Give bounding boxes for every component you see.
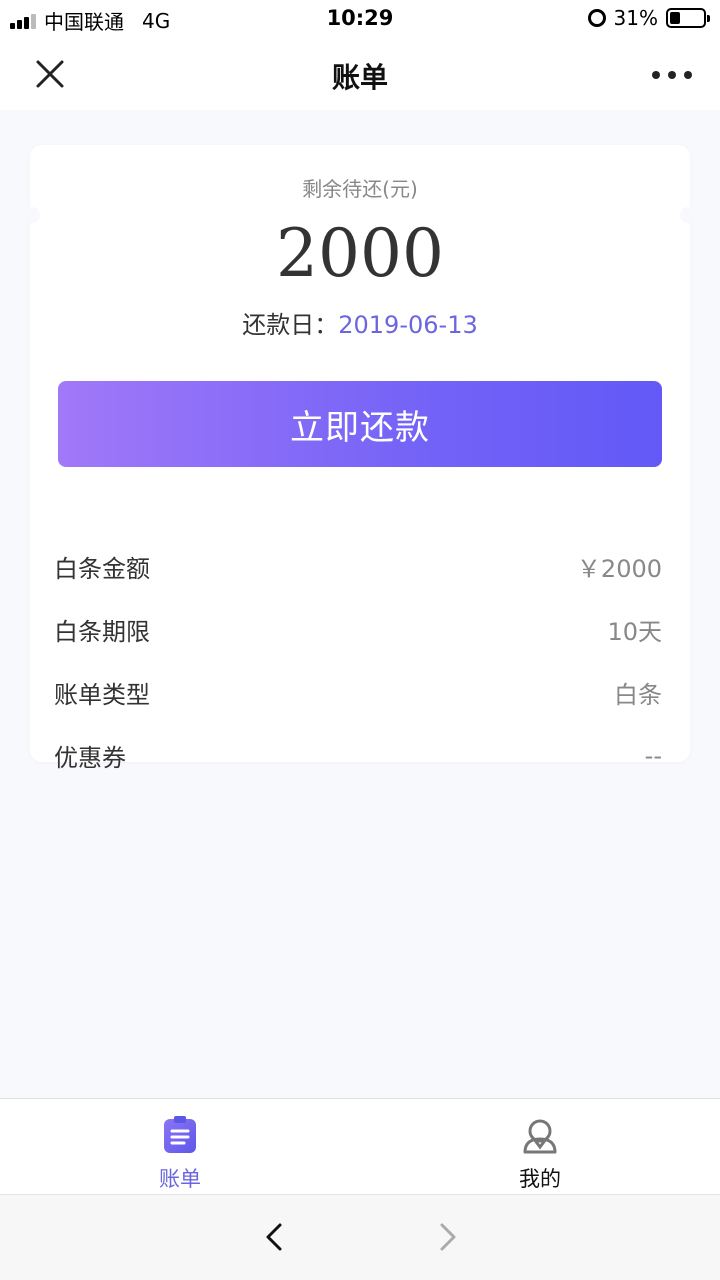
- remaining-amount: 2000: [276, 215, 444, 292]
- pay-now-button[interactable]: 立即还款: [58, 381, 662, 467]
- status-bar: 中国联通 4G 10:29 31%: [0, 0, 720, 38]
- battery-percent: 31%: [613, 6, 658, 30]
- browser-toolbar: [0, 1194, 720, 1280]
- more-icon[interactable]: [652, 60, 692, 90]
- detail-row-coupon[interactable]: 优惠券 --: [54, 724, 662, 787]
- tab-bar: 账单 我的: [0, 1098, 720, 1194]
- forward-arrow-icon[interactable]: [428, 1219, 464, 1255]
- battery-icon: [666, 8, 710, 28]
- bill-details: 白条金额 ￥2000 白条期限 10天 账单类型 白条 优惠券 --: [54, 535, 662, 787]
- detail-label: 优惠券: [54, 744, 126, 772]
- due-date-value: 2019-06-13: [338, 311, 478, 339]
- page-title: 账单: [331, 61, 388, 94]
- due-date-row: 还款日：2019-06-13: [30, 305, 690, 340]
- remaining-label: 剩余待还(元): [302, 177, 418, 201]
- battery-fill: [670, 12, 680, 24]
- tab-mine[interactable]: 我的: [360, 1099, 720, 1195]
- bill-icon: [160, 1115, 200, 1155]
- nav-bar: 账单: [0, 38, 720, 110]
- detail-value: 白条: [614, 681, 662, 709]
- detail-value: 10天: [607, 618, 662, 646]
- tab-label: 账单: [159, 1167, 201, 1191]
- bill-card: 剩余待还(元) 2000 还款日：2019-06-13 立即还款 白条金额 ￥2…: [28, 145, 692, 772]
- detail-label: 白条金额: [54, 555, 150, 583]
- detail-row-term: 白条期限 10天: [54, 598, 662, 661]
- tab-label: 我的: [519, 1167, 561, 1191]
- profile-icon: [520, 1115, 560, 1155]
- back-arrow-icon[interactable]: [258, 1219, 294, 1255]
- detail-label: 白条期限: [54, 618, 150, 646]
- status-right: 31%: [587, 6, 710, 30]
- detail-label: 账单类型: [54, 681, 150, 709]
- detail-row-type: 账单类型 白条: [54, 661, 662, 724]
- due-date-label: 还款日：: [242, 311, 339, 339]
- detail-value: --: [644, 741, 662, 770]
- detail-value: ￥2000: [576, 555, 662, 583]
- alarm-icon: [587, 9, 606, 27]
- detail-row-amount: 白条金额 ￥2000: [54, 535, 662, 598]
- tab-bill[interactable]: 账单: [0, 1099, 360, 1195]
- close-icon[interactable]: [30, 54, 70, 94]
